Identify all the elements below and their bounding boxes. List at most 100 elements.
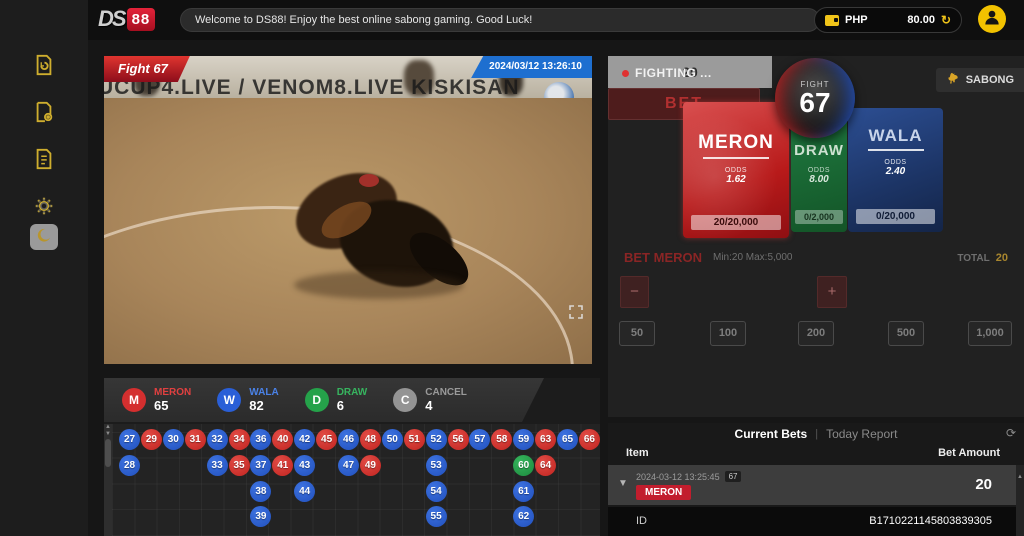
wala-odds: 2.40 [848,166,943,177]
provider-badge[interactable]: SABONG [936,68,1024,92]
summary-label: DRAW [337,387,368,398]
summary-label: WALA [249,387,278,398]
scroll-up-icon[interactable]: ▲ [1017,474,1023,480]
results-summary-bar: M MERON 65 W WALA 82 D DRAW 6 C CANCEL 4 [104,378,544,422]
fight-number-circle: FIGHT 67 [775,58,855,138]
divider [868,149,924,151]
stream-timestamp-badge: 2024/03/12 13:26:10 [471,56,592,78]
chip-100[interactable]: 100 [710,321,746,346]
wala-pool-amount: 0/20,000 [856,209,936,224]
bet-timestamp: 2024-03-12 13:25:45 [636,472,720,482]
draw-odds: 8.00 [791,174,847,185]
status-dot-icon [622,70,629,77]
topbar: DS 88 Welcome to DS88! Enjoy the best on… [88,0,1024,40]
sidebar-item-rules[interactable] [29,146,59,176]
bet-info-bar: BET MERON Min:20 Max:5,000 TOTAL 20 [608,250,1024,270]
result-ball: 35 [229,455,250,476]
scrollbar-thumb[interactable] [105,439,111,467]
meron-bet-card[interactable]: MERON ODDS 1.62 20/20,000 [683,102,789,238]
results-grid: 2728293031323334353637383940414243444546… [112,424,600,536]
refresh-balance-icon[interactable]: ↻ [941,13,951,27]
result-ball: 57 [469,429,490,450]
result-ball: 29 [141,429,162,450]
result-ball: 56 [448,429,469,450]
result-ball: 65 [557,429,578,450]
chip-50[interactable]: 50 [619,321,655,346]
current-bets-header: Current Bets | Today Report [608,423,1024,445]
meron-circle-icon: M [122,388,146,412]
result-ball: 41 [272,455,293,476]
bet-id-value: B1710221145803839305 [869,515,992,527]
scroll-up-icon[interactable]: ▲ [105,424,111,431]
bet-amount-value: 20 [975,476,992,493]
theme-light-toggle[interactable] [29,196,59,220]
provider-name: SABONG [966,74,1014,86]
summary-count: 4 [425,398,467,413]
logo-ds-text: DS [98,6,125,32]
result-ball: 48 [360,429,381,450]
summary-label: CANCEL [425,387,467,398]
tab-separator: | [815,428,818,440]
result-ball: 37 [250,455,271,476]
logo[interactable]: DS 88 [98,6,155,32]
odds-label: ODDS [848,159,943,166]
odds-label: ODDS [683,167,789,174]
summary-count: 65 [154,398,191,413]
sun-icon [35,197,53,220]
result-ball: 47 [338,455,359,476]
summary-meron: M MERON 65 [122,387,191,413]
results-grid-scrollbar[interactable]: ▲ ▼ [104,424,112,536]
theme-dark-toggle[interactable] [30,224,58,250]
wallet-amount: 80.00 [907,14,935,26]
result-ball: 62 [513,506,534,527]
moon-icon [36,227,52,248]
draw-circle-icon: D [305,388,329,412]
result-ball: 52 [426,429,447,450]
chip-500[interactable]: 500 [888,321,924,346]
result-ball: 45 [316,429,337,450]
result-ball: 61 [513,481,534,502]
result-ball: 55 [426,506,447,527]
result-ball: 58 [491,429,512,450]
logo-88-badge: 88 [127,8,156,31]
summary-wala: W WALA 82 [217,387,278,413]
wallet-balance[interactable]: PHP 80.00 ↻ [814,7,962,33]
chip-1000[interactable]: 1,000 [968,321,1012,346]
decrease-bet-button[interactable]: − [620,276,649,308]
column-item: Item [626,447,649,459]
summary-cancel: C CANCEL 4 [393,387,467,413]
tab-today-report[interactable]: Today Report [826,427,897,441]
result-ball: 33 [207,455,228,476]
draw-title: DRAW [791,142,847,159]
user-icon [982,7,1002,32]
result-ball: 43 [294,455,315,476]
bet-side-badge: MERON [636,485,691,500]
sidebar-item-bet-records[interactable] [29,52,59,82]
increase-bet-button[interactable]: + [817,276,847,308]
results-panel: M MERON 65 W WALA 82 D DRAW 6 C CANCEL 4… [104,378,600,536]
betting-panel: FIGHTING ... SABONG MERON ODDS 1.62 20/2… [608,56,1024,417]
summary-count: 82 [249,398,278,413]
sidebar [0,0,88,536]
refresh-bets-icon[interactable]: ⟳ [1006,426,1016,440]
summary-draw: D DRAW 6 [305,387,368,413]
result-ball: 66 [579,429,600,450]
result-ball: 34 [229,429,250,450]
result-ball: 50 [382,429,403,450]
scroll-down-icon[interactable]: ▼ [105,431,111,438]
live-video-player[interactable]: UCUP4.LIVE / VENOM8.LIVE KISKISAN Fight … [104,56,592,364]
bets-scrollbar[interactable]: ▲ [1016,465,1024,536]
result-ball: 42 [294,429,315,450]
rooster-comb [359,174,379,187]
avatar[interactable] [978,5,1006,33]
wala-bet-card[interactable]: WALA ODDS 2.40 0/20,000 [848,108,943,232]
result-ball: 44 [294,481,315,502]
bet-row[interactable]: ▼ 2024-03-12 13:25:45 67 MERON 20 [608,465,1016,505]
status-text: FIGHTING ... [635,66,712,80]
fullscreen-button[interactable] [568,304,584,320]
sidebar-item-reports[interactable] [29,99,59,129]
tab-current-bets[interactable]: Current Bets [735,427,808,441]
chevron-down-icon[interactable]: ▼ [618,478,628,489]
bet-records-icon [33,54,55,81]
chip-200[interactable]: 200 [798,321,834,346]
